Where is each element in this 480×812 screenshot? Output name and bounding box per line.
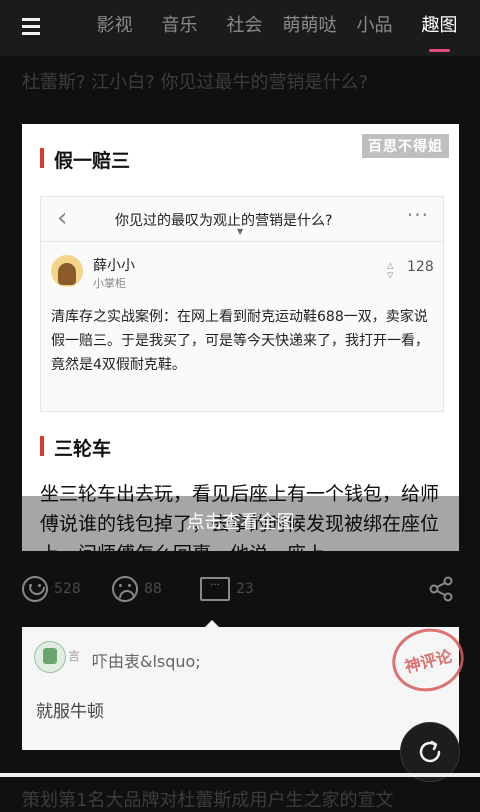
commenter-avatar[interactable] [34,641,66,673]
post-image[interactable]: 百思不得姐 假一赔三 ‹ 你见过的最叹为观止的营销是什么? ▼ ··· 薛小小 … [22,124,459,551]
hamburger-menu-icon[interactable] [22,16,44,38]
god-comment-stamp: 神评论 [385,621,471,699]
feed-divider [0,773,480,777]
qa-username: 薛小小 [93,258,135,274]
qa-vote-count: 128 [407,259,434,275]
dislike-button[interactable]: 88 [112,566,162,612]
caret-down-icon: ▼ [237,227,244,236]
tab-film[interactable]: 影视 [82,0,147,56]
next-post-headline[interactable]: 策划第1名大品牌对杜蕾斯成用户生之家的宣文 [22,786,462,812]
tab-sketch[interactable]: 小品 [342,0,407,56]
qa-question: 你见过的最叹为观止的营销是什么? [115,213,333,229]
post-headline[interactable]: 杜蕾斯? 江小白? 你见过最牛的营销是什么? [22,68,462,94]
post-action-bar: 528 88 ··· 23 [0,566,480,612]
category-tabs: 影视 音乐 社会 萌萌哒 小品 趣图 [82,0,472,56]
view-full-image-link[interactable]: 点击查看全图 [22,508,459,534]
qa-answer-text: 清库存之实战案例：在网上看到耐克运动鞋688一双，卖家说假一赔三。于是我买了，可… [51,309,429,373]
qa-user-role: 小掌柜 [93,277,126,290]
share-button[interactable] [428,566,454,612]
smiley-face-icon [22,576,48,602]
qa-avatar [51,255,83,287]
share-icon [429,576,453,602]
tab-funny-pics[interactable]: 趣图 [407,0,472,56]
qa-header: ‹ 你见过的最叹为观止的营销是什么? ▼ ··· [41,197,443,242]
section-title-tricycle: 三轮车 [40,434,111,461]
tab-music[interactable]: 音乐 [147,0,212,56]
vote-arrows-icon: ▵ ▿ [387,258,394,283]
like-count: 528 [54,581,81,597]
comment-bubble-icon: ··· [200,577,230,601]
more-dots-icon: ··· [406,203,429,227]
sad-face-icon [112,576,138,602]
watermark: 百思不得姐 [362,134,449,158]
top-navigation-bar: 影视 音乐 社会 萌萌哒 小品 趣图 [0,0,480,56]
comment-text: 就服牛顿 [36,702,104,722]
tab-cute[interactable]: 萌萌哒 [277,0,342,56]
like-button[interactable]: 528 [22,566,81,612]
back-arrow-icon: ‹ [57,203,68,233]
comment-button[interactable]: ··· 23 [200,566,254,612]
tab-society[interactable]: 社会 [212,0,277,56]
dislike-count: 88 [144,581,162,597]
hot-comment[interactable]: 言 吓由衷&lsquo; 就服牛顿 神评论 [22,621,471,750]
commenter-username[interactable]: 吓由衷&lsquo; [92,648,201,672]
section-title-fake-one-pay-three: 假一赔三 [40,146,130,173]
comment-count: 23 [236,581,254,597]
embedded-qa-screenshot: ‹ 你见过的最叹为观止的营销是什么? ▼ ··· 薛小小 小掌柜 ▵ ▿ 128 … [40,196,444,412]
commenter-tag: 言 [68,649,81,663]
